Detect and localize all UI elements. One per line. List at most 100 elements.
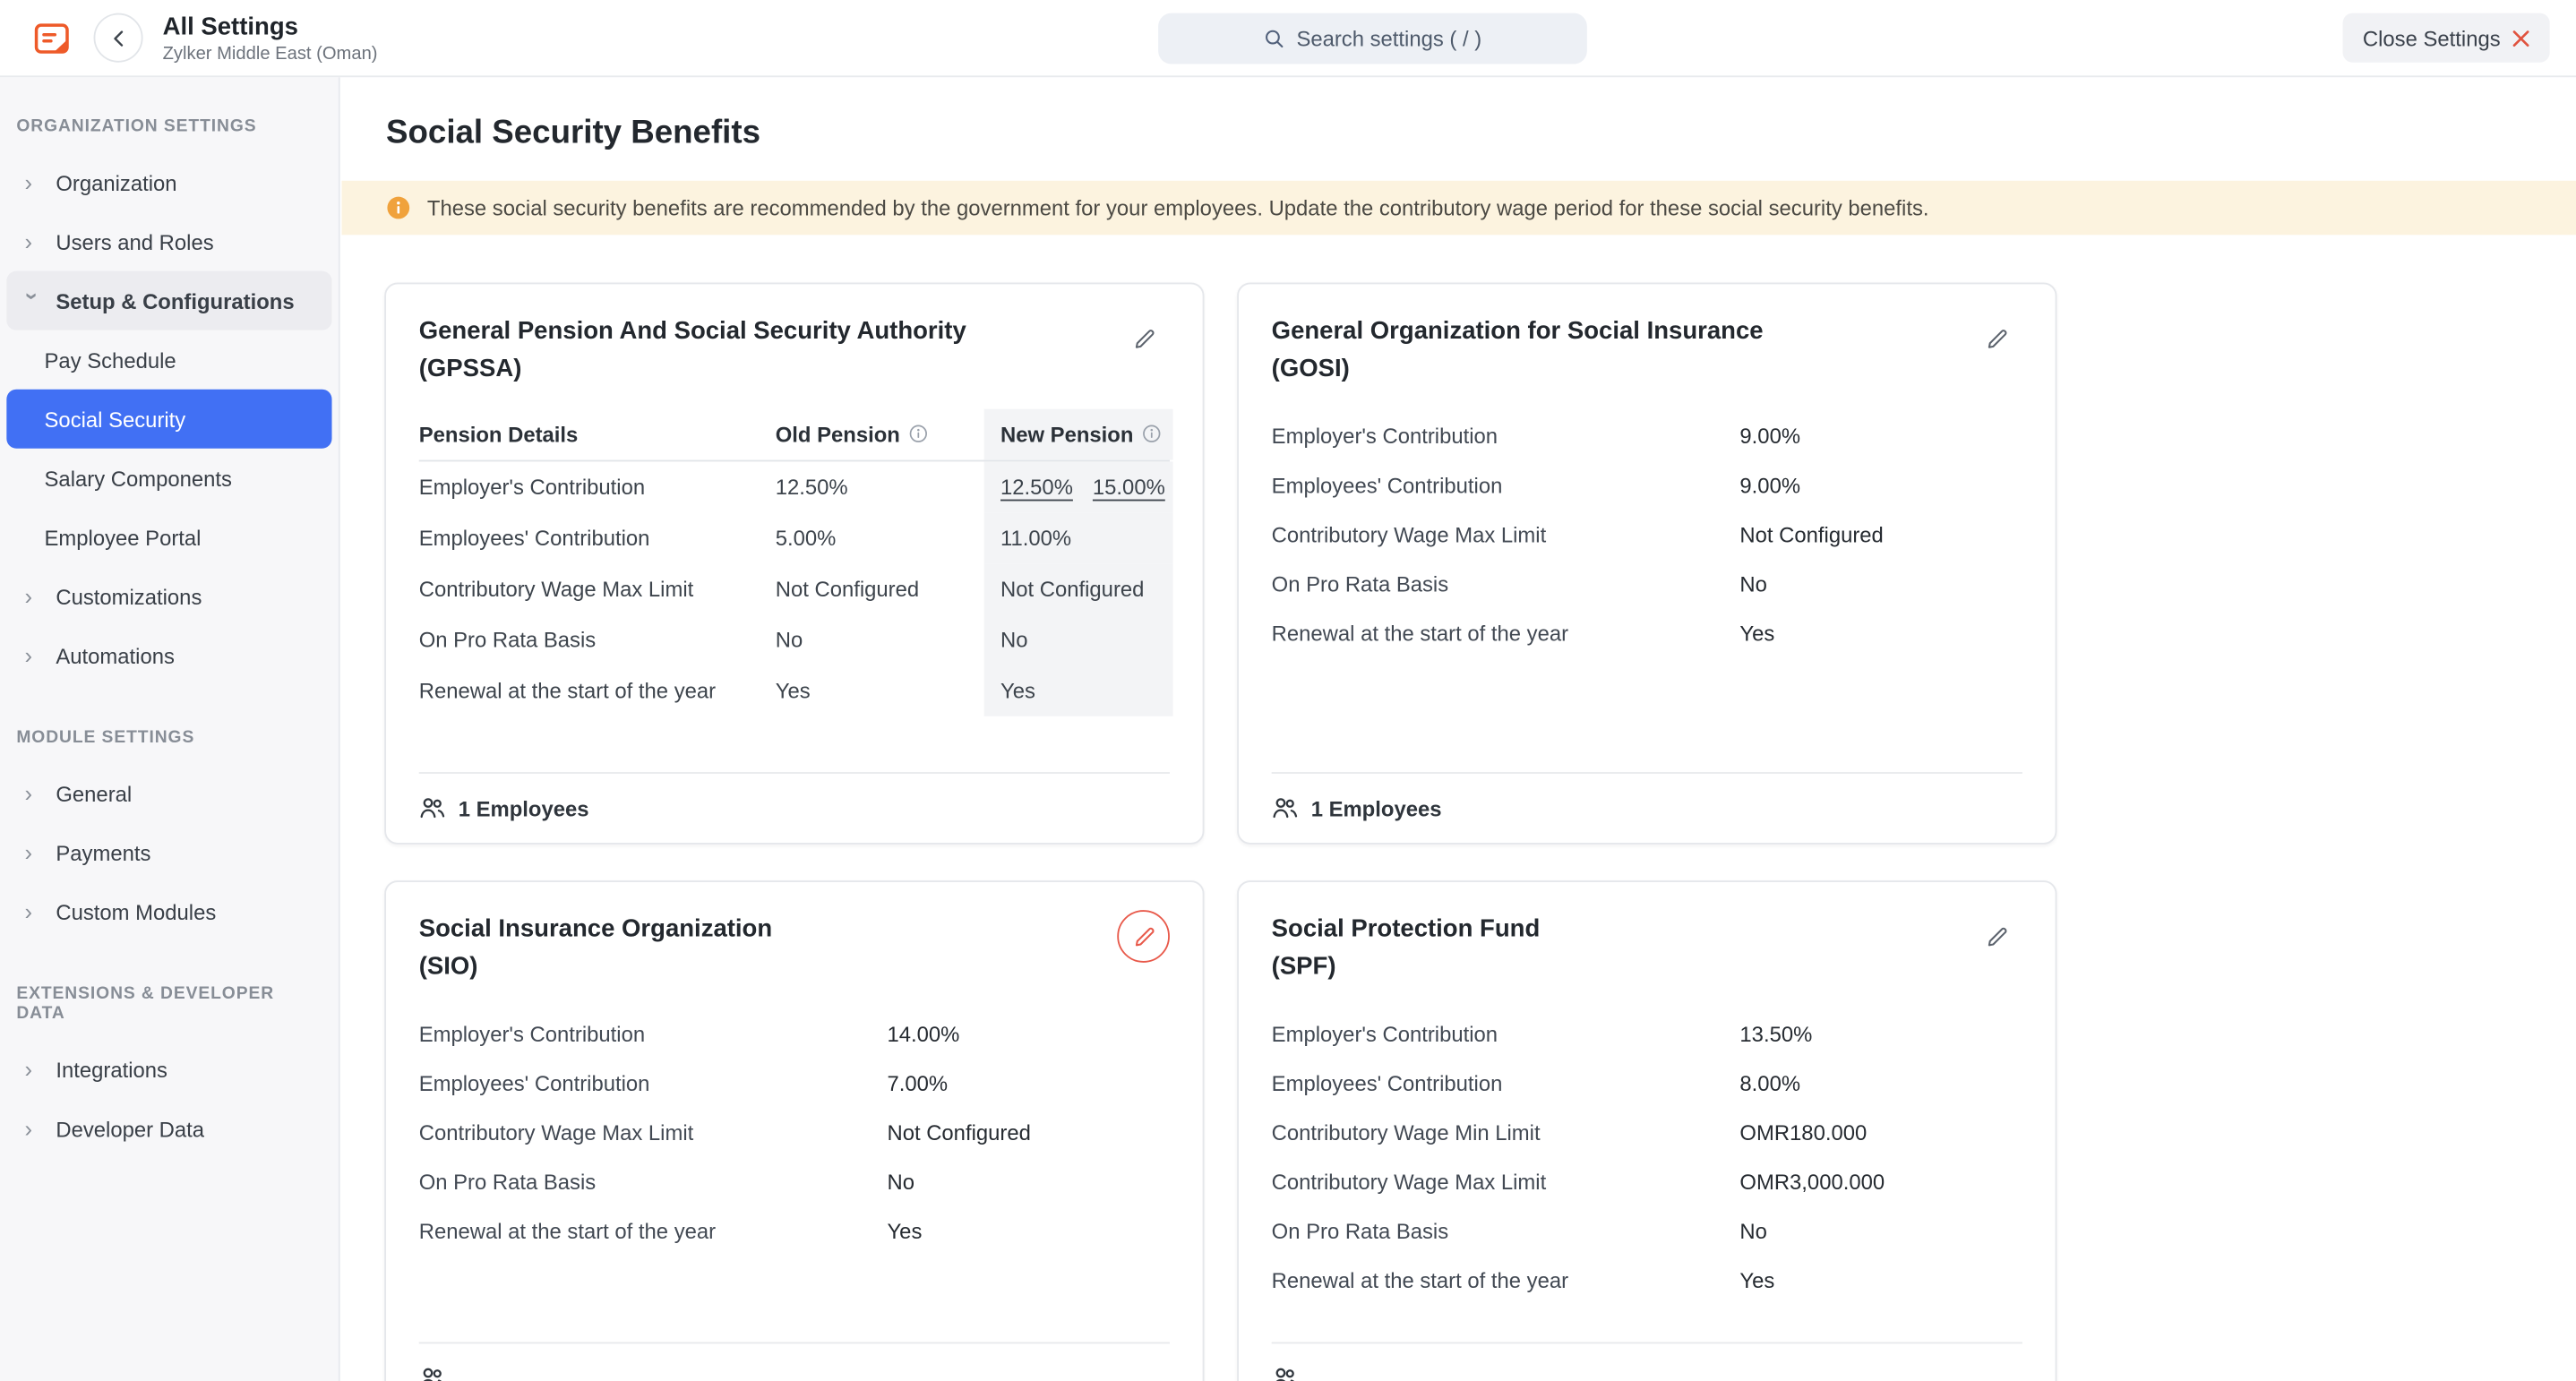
row-value: 9.00%: [1739, 473, 2022, 498]
sidebar-item-label: Automations: [56, 643, 175, 668]
employee-count-label: 1 Employees: [459, 796, 589, 821]
chevron-right-icon: ›: [25, 1058, 41, 1081]
close-icon: [2512, 29, 2529, 47]
sio-card: Social Insurance Organization (SIO) Empl…: [384, 880, 1204, 1381]
row-value: Yes: [1739, 621, 2022, 646]
sidebar-item-employee-portal[interactable]: Employee Portal: [0, 508, 339, 567]
row-label: Employer's Contribution: [419, 1022, 888, 1047]
edit-gpssa-button[interactable]: [1117, 312, 1170, 365]
row-label: Employees' Contribution: [419, 1071, 888, 1096]
sidebar-item-general[interactable]: › General: [0, 764, 339, 823]
settings-sidebar: ORGANIZATION SETTINGS › Organization › U…: [0, 77, 340, 1381]
pension-table-header: Pension Details Old Pension New Pension: [419, 408, 1170, 461]
edit-gosi-button[interactable]: [1970, 312, 2022, 365]
spf-card: Social Protection Fund (SPF) Employer's …: [1237, 880, 2057, 1381]
sidebar-item-label: Users and Roles: [56, 229, 213, 254]
sidebar-item-customizations[interactable]: › Customizations: [0, 567, 339, 626]
employee-count[interactable]: 1 Employees: [1272, 772, 2022, 821]
table-row: Employer's Contribution 12.50% 12.50% 15…: [419, 460, 1170, 511]
pension-table: Pension Details Old Pension New Pension …: [419, 408, 1170, 716]
gpssa-card: General Pension And Social Security Auth…: [384, 282, 1204, 844]
sidebar-item-integrations[interactable]: › Integrations: [0, 1040, 339, 1099]
card-title: General Pension And Social Security Auth…: [419, 312, 966, 388]
row-label: On Pro Rata Basis: [1272, 1219, 1740, 1244]
benefit-details: Employer's Contribution 13.50% Employees…: [1272, 1009, 2022, 1305]
sidebar-item-label: Setup & Configurations: [56, 288, 294, 313]
back-button[interactable]: [94, 13, 143, 63]
app-logo-icon: [33, 19, 71, 56]
card-title: Social Protection Fund (SPF): [1272, 910, 1541, 986]
employee-count-label: 1 Employees: [1311, 796, 1442, 821]
sidebar-item-payments[interactable]: › Payments: [0, 823, 339, 882]
employees-icon: [1272, 795, 1298, 821]
close-settings-button[interactable]: Close Settings: [2343, 13, 2550, 63]
employee-count[interactable]: 1 Employees: [419, 772, 1170, 821]
detail-row: Renewal at the start of the year Yes: [419, 1206, 1170, 1256]
card-title: General Organization for Social Insuranc…: [1272, 312, 1764, 388]
row-value: Yes: [887, 1219, 1169, 1244]
new-pension-value: Not Configured: [984, 562, 1173, 613]
employees-icon: [1272, 1365, 1298, 1381]
sidebar-item-automations[interactable]: › Automations: [0, 626, 339, 685]
detail-row: Employer's Contribution 9.00%: [1272, 411, 2022, 460]
sidebar-item-salary-components[interactable]: Salary Components: [0, 449, 339, 508]
row-label: Contributory Wage Min Limit: [1272, 1120, 1740, 1145]
new-pension-value: 11.00%: [984, 511, 1173, 562]
row-label: Renewal at the start of the year: [419, 665, 776, 716]
page-heading: Social Security Benefits: [386, 115, 2576, 152]
header-title-block: All Settings Zylker Middle East (Oman): [163, 13, 378, 64]
employee-count[interactable]: [1272, 1342, 2022, 1381]
column-header: New Pension: [984, 408, 1173, 459]
info-icon[interactable]: [1142, 424, 1162, 443]
chevron-right-icon: ›: [25, 1117, 41, 1140]
sidebar-item-label: Payments: [56, 840, 150, 865]
sidebar-item-pay-schedule[interactable]: Pay Schedule: [0, 330, 339, 390]
organization-name: Zylker Middle East (Oman): [163, 44, 378, 64]
settings-app: All Settings Zylker Middle East (Oman) S…: [0, 0, 2576, 1381]
edit-sio-button-highlighted[interactable]: [1117, 910, 1170, 963]
row-value: No: [1739, 571, 2022, 596]
old-pension-value: Not Configured: [776, 562, 984, 613]
main-content: Social Security Benefits These social se…: [342, 77, 2576, 1381]
chevron-right-icon: ›: [25, 900, 41, 923]
column-header: Old Pension: [776, 408, 984, 459]
sidebar-item-organization[interactable]: › Organization: [0, 153, 339, 212]
old-pension-value: 5.00%: [776, 511, 984, 562]
detail-row: Renewal at the start of the year Yes: [1272, 1256, 2022, 1305]
search-settings-button[interactable]: Search settings ( / ): [1158, 13, 1587, 64]
row-value: Not Configured: [887, 1120, 1169, 1145]
sidebar-item-label: Organization: [56, 170, 176, 195]
row-label: Renewal at the start of the year: [419, 1219, 888, 1244]
row-label: On Pro Rata Basis: [1272, 571, 1740, 596]
row-value: 14.00%: [887, 1022, 1169, 1047]
detail-row: Employees' Contribution 9.00%: [1272, 460, 2022, 510]
row-label: Renewal at the start of the year: [1272, 1268, 1740, 1293]
setup-configurations-children: Pay Schedule Social Security Salary Comp…: [0, 330, 339, 567]
sidebar-item-users-and-roles[interactable]: › Users and Roles: [0, 212, 339, 271]
sidebar-item-custom-modules[interactable]: › Custom Modules: [0, 882, 339, 941]
detail-row: Contributory Wage Max Limit Not Configur…: [419, 1108, 1170, 1157]
chevron-right-icon: ›: [25, 171, 41, 194]
row-label: Employer's Contribution: [1272, 424, 1740, 449]
row-label: Employer's Contribution: [1272, 1022, 1740, 1047]
gosi-card: General Organization for Social Insuranc…: [1237, 282, 2057, 844]
sidebar-item-developer-data[interactable]: › Developer Data: [0, 1099, 339, 1158]
info-icon[interactable]: [908, 424, 928, 443]
edit-spf-button[interactable]: [1970, 910, 2022, 963]
sidebar-item-social-security[interactable]: Social Security: [6, 390, 331, 449]
detail-row: Employer's Contribution 13.50%: [1272, 1009, 2022, 1059]
section-title: MODULE SETTINGS: [0, 685, 339, 764]
sidebar-item-setup-configurations[interactable]: › Setup & Configurations: [6, 271, 331, 330]
employees-icon: [419, 1365, 445, 1381]
row-value: 8.00%: [1739, 1071, 2022, 1096]
sidebar-item-label: Employee Portal: [45, 525, 202, 550]
table-row: Contributory Wage Max Limit Not Configur…: [419, 562, 1170, 613]
info-banner: These social security benefits are recom…: [342, 181, 2576, 236]
chevron-right-icon: ›: [25, 644, 41, 667]
sidebar-item-label: Social Security: [45, 407, 186, 432]
close-settings-label: Close Settings: [2363, 25, 2501, 50]
row-value: OMR3,000.000: [1739, 1170, 2022, 1195]
benefit-cards-grid: General Pension And Social Security Auth…: [384, 282, 2576, 1381]
old-pension-value: 12.50%: [776, 460, 984, 511]
employee-count[interactable]: [419, 1342, 1170, 1381]
